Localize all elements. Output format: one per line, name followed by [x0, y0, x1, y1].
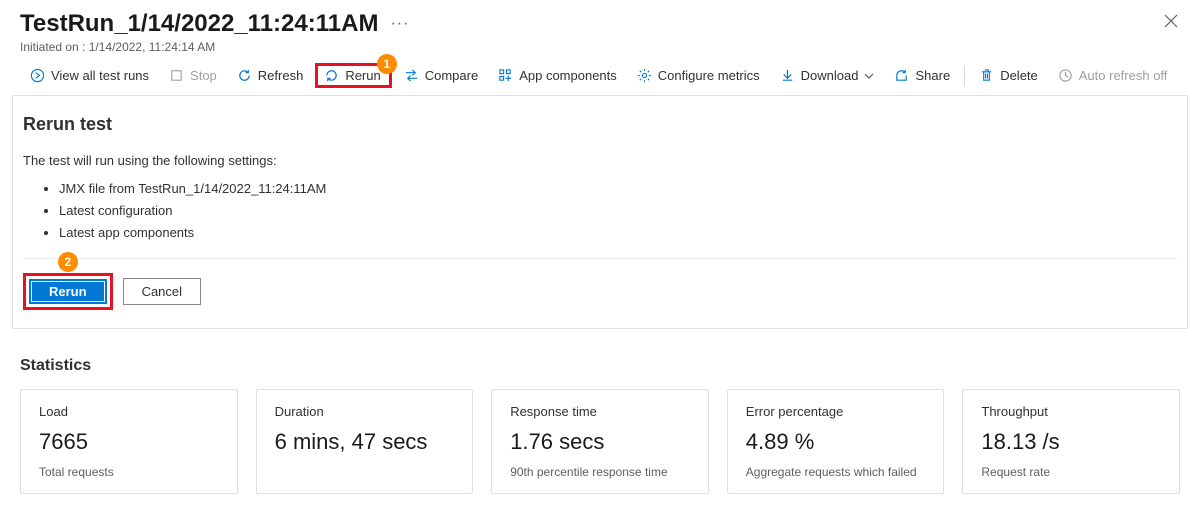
stat-value: 4.89 % — [746, 429, 926, 455]
app-components-button[interactable]: App components — [488, 62, 627, 89]
stat-value: 1.76 secs — [510, 429, 690, 455]
configure-metrics-button[interactable]: Configure metrics — [627, 62, 770, 89]
page-header: TestRun_1/14/2022_11:24:11AM ··· Initiat… — [0, 0, 1200, 58]
compare-icon — [404, 68, 419, 83]
rerun-description: The test will run using the following se… — [23, 153, 1177, 168]
stat-label: Duration — [275, 404, 455, 419]
list-item: Latest app components — [59, 222, 1177, 244]
stat-value: 18.13 /s — [981, 429, 1161, 455]
list-item: Latest configuration — [59, 200, 1177, 222]
stat-sub: 90th percentile response time — [510, 465, 690, 479]
view-all-button[interactable]: View all test runs — [20, 62, 159, 89]
stat-label: Load — [39, 404, 219, 419]
compare-button[interactable]: Compare — [394, 62, 488, 89]
stat-card-error: Error percentage 4.89 % Aggregate reques… — [727, 389, 945, 494]
rerun-settings-list: JMX file from TestRun_1/14/2022_11:24:11… — [23, 178, 1177, 244]
gear-icon — [637, 68, 652, 83]
stat-value: 6 mins, 47 secs — [275, 429, 455, 455]
stat-value: 7665 — [39, 429, 219, 455]
statistics-row: Load 7665 Total requests Duration 6 mins… — [0, 389, 1200, 514]
close-icon — [1164, 14, 1178, 28]
grid-add-icon — [498, 68, 513, 83]
rerun-panel: Rerun test The test will run using the f… — [12, 95, 1188, 329]
clock-icon — [1058, 68, 1073, 83]
auto-refresh-button[interactable]: Auto refresh off — [1048, 62, 1178, 89]
stat-card-throughput: Throughput 18.13 /s Request rate — [962, 389, 1180, 494]
stat-sub: Request rate — [981, 465, 1161, 479]
stat-card-duration: Duration 6 mins, 47 secs — [256, 389, 474, 494]
page-subtitle: Initiated on : 1/14/2022, 11:24:14 AM — [20, 40, 1180, 54]
stop-button: Stop — [159, 62, 227, 89]
rerun-heading: Rerun test — [23, 114, 1177, 135]
statistics-heading: Statistics — [20, 357, 1180, 375]
share-button[interactable]: Share — [884, 62, 960, 89]
share-icon — [894, 68, 909, 83]
stat-sub: Total requests — [39, 465, 219, 479]
stat-card-load: Load 7665 Total requests — [20, 389, 238, 494]
delete-button[interactable]: Delete — [969, 62, 1048, 89]
stop-icon — [169, 68, 184, 83]
chevron-down-icon — [864, 71, 874, 81]
stat-card-response: Response time 1.76 secs 90th percentile … — [491, 389, 709, 494]
stat-label: Throughput — [981, 404, 1161, 419]
more-icon[interactable]: ··· — [390, 15, 409, 33]
rerun-icon — [324, 68, 339, 83]
callout-badge-2: 2 — [58, 252, 78, 272]
rerun-confirm-button[interactable]: Rerun — [29, 279, 107, 304]
page-title: TestRun_1/14/2022_11:24:11AM — [20, 10, 378, 38]
refresh-icon — [237, 68, 252, 83]
cancel-button[interactable]: Cancel — [123, 278, 201, 305]
download-icon — [780, 68, 795, 83]
refresh-button[interactable]: Refresh — [227, 62, 314, 89]
rerun-button[interactable]: Rerun 1 — [315, 63, 391, 88]
close-button[interactable] — [1164, 14, 1178, 31]
stat-label: Response time — [510, 404, 690, 419]
panel-divider — [23, 258, 1177, 259]
stat-sub: Aggregate requests which failed — [746, 465, 926, 479]
list-item: JMX file from TestRun_1/14/2022_11:24:11… — [59, 178, 1177, 200]
arrow-right-circle-icon — [30, 68, 45, 83]
toolbar-separator — [964, 66, 965, 86]
rerun-primary-highlight: 2 Rerun — [23, 273, 113, 310]
stat-label: Error percentage — [746, 404, 926, 419]
trash-icon — [979, 68, 994, 83]
download-button[interactable]: Download — [770, 62, 885, 89]
toolbar: View all test runs Stop Refresh Rerun 1 … — [0, 58, 1200, 95]
